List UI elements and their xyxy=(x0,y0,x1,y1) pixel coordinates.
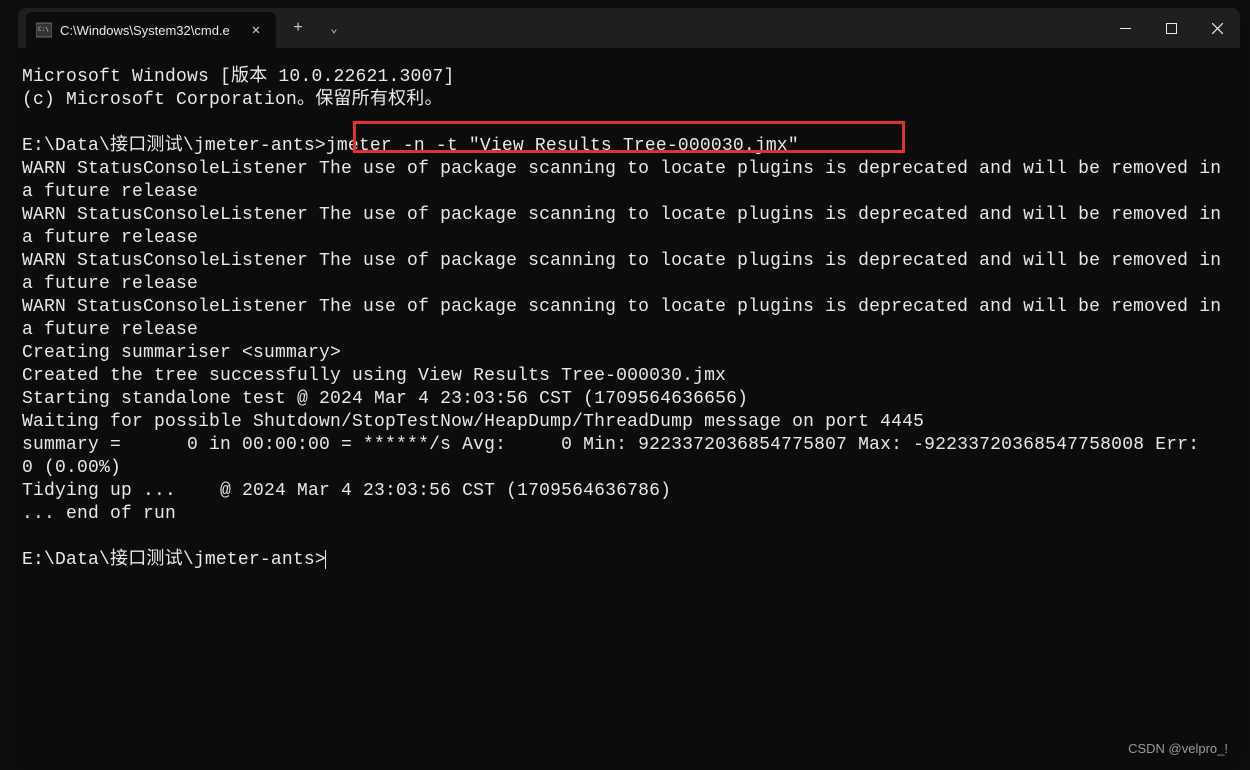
terminal-line: Tidying up ... @ 2024 Mar 4 23:03:56 CST… xyxy=(22,481,671,501)
terminal-line: WARN StatusConsoleListener The use of pa… xyxy=(22,205,1232,248)
terminal-line: summary = 0 in 00:00:00 = ******/s Avg: … xyxy=(22,435,1122,455)
maximize-button[interactable] xyxy=(1148,8,1194,48)
terminal-line: Starting standalone test @ 2024 Mar 4 23… xyxy=(22,389,748,409)
new-tab-button[interactable]: + xyxy=(280,10,316,46)
prompt-prefix: E:\Data\接口测试\jmeter-ants> xyxy=(22,136,326,156)
tab-cmd[interactable]: C:\ C:\Windows\System32\cmd.e ✕ xyxy=(26,12,276,48)
cursor-icon xyxy=(325,550,326,569)
terminal-line: Created the tree successfully using View… xyxy=(22,366,726,386)
terminal-window: C:\ C:\Windows\System32\cmd.e ✕ + ⌄ Micr… xyxy=(18,8,1240,762)
close-window-button[interactable] xyxy=(1194,8,1240,48)
prompt-command: jmeter -n -t "View Results Tree-000030.j… xyxy=(326,136,799,156)
terminal-line: Waiting for possible Shutdown/StopTestNo… xyxy=(22,412,924,432)
terminal-line: WARN StatusConsoleListener The use of pa… xyxy=(22,297,1232,340)
watermark: CSDN @velpro_! xyxy=(1128,741,1228,756)
terminal-line: WARN StatusConsoleListener The use of pa… xyxy=(22,251,1232,294)
terminal-line: Creating summariser <summary> xyxy=(22,343,341,363)
cmd-icon: C:\ xyxy=(36,22,52,38)
tab-dropdown-button[interactable]: ⌄ xyxy=(316,10,352,46)
titlebar: C:\ C:\Windows\System32\cmd.e ✕ + ⌄ xyxy=(18,8,1240,48)
terminal-line: WARN StatusConsoleListener The use of pa… xyxy=(22,159,1232,202)
prompt-prefix: E:\Data\接口测试\jmeter-ants> xyxy=(22,550,326,570)
tabs-area: C:\ C:\Windows\System32\cmd.e ✕ + ⌄ xyxy=(18,8,352,48)
terminal-line: Microsoft Windows [版本 10.0.22621.3007] xyxy=(22,67,454,87)
terminal-output[interactable]: Microsoft Windows [版本 10.0.22621.3007] (… xyxy=(18,48,1240,576)
terminal-line: (c) Microsoft Corporation。保留所有权利。 xyxy=(22,90,443,110)
window-controls xyxy=(1102,8,1240,48)
minimize-button[interactable] xyxy=(1102,8,1148,48)
tab-title: C:\Windows\System32\cmd.e xyxy=(60,23,238,38)
svg-text:C:\: C:\ xyxy=(38,26,49,33)
tab-close-button[interactable]: ✕ xyxy=(246,20,266,40)
terminal-line: ... end of run xyxy=(22,504,176,524)
